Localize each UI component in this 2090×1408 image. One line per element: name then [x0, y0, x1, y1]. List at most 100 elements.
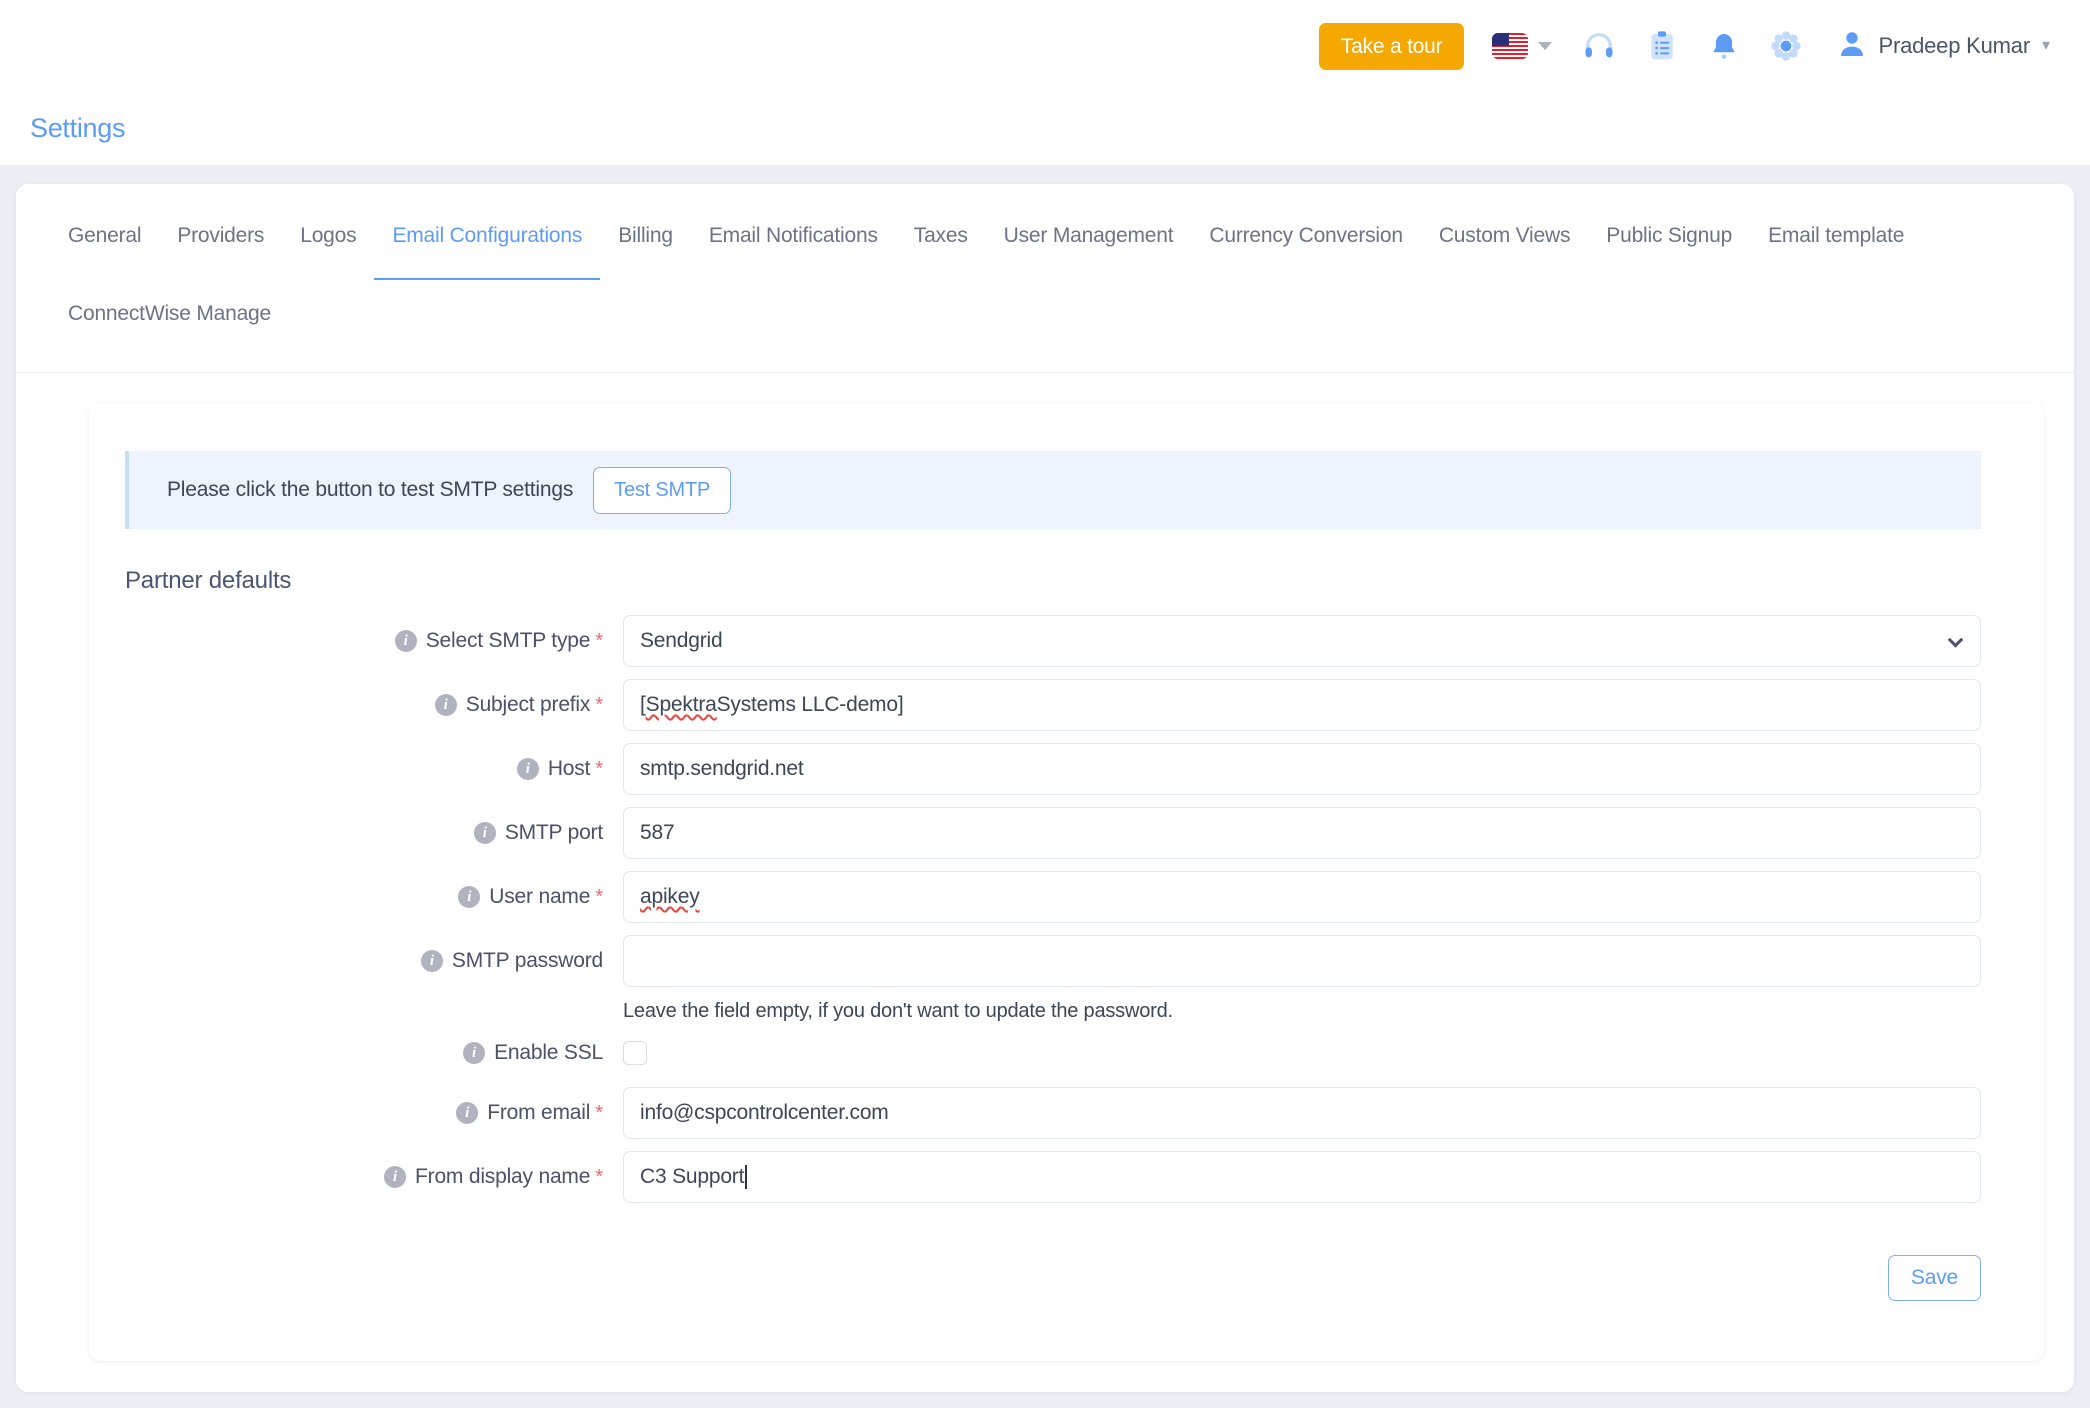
field-cell-from-display-name: C3 Support	[623, 1151, 1981, 1203]
tab-email-template[interactable]: Email template	[1750, 210, 1922, 258]
settings-card: General Providers Logos Email Configurat…	[16, 184, 2074, 1392]
info-icon[interactable]: i	[394, 630, 417, 652]
label-user-name: User name	[489, 885, 591, 908]
smtp-port-input[interactable]: 587	[623, 807, 1981, 859]
tab-custom-views[interactable]: Custom Views	[1421, 210, 1588, 258]
user-name-input[interactable]: apikey	[623, 871, 1981, 923]
label-cell-enable-ssl: i Enable SSL	[125, 1041, 623, 1065]
top-header-bar: Take a tour Pradeep Kumar ▾	[0, 0, 2090, 92]
avatar	[1836, 28, 1868, 65]
field-cell-enable-ssl	[623, 1041, 1981, 1065]
smtp-test-banner: Please click the button to test SMTP set…	[125, 451, 1981, 529]
info-icon[interactable]: i	[516, 758, 539, 780]
top-header-actions: Take a tour Pradeep Kumar ▾	[1318, 22, 2050, 70]
tab-logos[interactable]: Logos	[282, 210, 374, 258]
smtp-password-note-row: Leave the field empty, if you don't want…	[125, 991, 1981, 1023]
info-icon[interactable]: i	[434, 694, 457, 716]
subject-prefix-input[interactable]: [Spektra Systems LLC-demo]	[623, 679, 1981, 731]
field-cell-from-email: info@cspcontrolcenter.com	[623, 1087, 1981, 1139]
text-cursor	[745, 1165, 747, 1189]
language-selector[interactable]	[1492, 33, 1553, 59]
page-title-bar: Settings	[0, 92, 2090, 166]
headset-icon[interactable]	[1582, 29, 1616, 63]
label-enable-ssl: Enable SSL	[494, 1041, 603, 1064]
host-input[interactable]: smtp.sendgrid.net	[623, 743, 1981, 795]
required-asterisk: *	[595, 1165, 603, 1188]
section-heading: Partner defaults	[125, 567, 292, 594]
content-area: Please click the button to test SMTP set…	[16, 373, 2074, 1361]
chevron-down-icon: ▾	[2041, 37, 2050, 54]
label-cell-user-name: i User name *	[125, 885, 623, 909]
required-asterisk: *	[595, 1101, 603, 1124]
info-icon[interactable]: i	[473, 822, 496, 844]
info-icon[interactable]: i	[456, 1102, 479, 1124]
smtp-password-input[interactable]	[623, 935, 1981, 987]
info-icon[interactable]: i	[458, 886, 481, 908]
field-row-user-name: i User name * apikey	[125, 871, 1981, 923]
info-icon[interactable]: i	[384, 1166, 407, 1188]
tab-taxes[interactable]: Taxes	[896, 210, 986, 258]
tab-user-management[interactable]: User Management	[986, 210, 1192, 258]
field-cell-smtp-type: Sendgrid	[623, 615, 1981, 667]
smtp-password-note: Leave the field empty, if you don't want…	[623, 1000, 1173, 1022]
label-cell-smtp-password: i SMTP password	[125, 949, 623, 973]
field-row-from-email: i From email * info@cspcontrolcenter.com	[125, 1087, 1981, 1139]
label-smtp-port: SMTP port	[504, 821, 603, 844]
from-display-name-input[interactable]: C3 Support	[623, 1151, 1981, 1203]
subject-prefix-spellcheck-word: Spektra	[645, 693, 717, 716]
label-host: Host	[547, 757, 591, 780]
field-row-smtp-port: i SMTP port 587	[125, 807, 1981, 859]
page-body: General Providers Logos Email Configurat…	[0, 166, 2090, 1408]
smtp-test-banner-text: Please click the button to test SMTP set…	[167, 478, 574, 501]
smtp-type-select[interactable]: Sendgrid	[623, 615, 1981, 667]
from-email-input[interactable]: info@cspcontrolcenter.com	[623, 1087, 1981, 1139]
field-row-from-display-name: i From display name * C3 Support	[125, 1151, 1981, 1203]
gear-icon[interactable]	[1770, 30, 1802, 62]
user-name-value: apikey	[640, 885, 700, 908]
tab-billing[interactable]: Billing	[600, 210, 691, 258]
take-a-tour-button[interactable]: Take a tour	[1318, 22, 1465, 70]
us-flag-icon	[1492, 33, 1529, 59]
tab-connectwise-manage[interactable]: ConnectWise Manage	[50, 288, 289, 336]
clipboard-icon[interactable]	[1646, 30, 1678, 62]
bell-icon[interactable]	[1708, 30, 1740, 62]
label-cell-from-display-name: i From display name *	[125, 1165, 623, 1189]
label-cell-subject-prefix: i Subject prefix *	[125, 693, 623, 717]
info-icon[interactable]: i	[420, 950, 443, 972]
field-cell-host: smtp.sendgrid.net	[623, 743, 1981, 795]
user-name-label: Pradeep Kumar	[1878, 33, 2030, 58]
label-from-email: From email	[487, 1101, 591, 1124]
partner-defaults-form: i Select SMTP type * Sendgrid i Subject …	[89, 615, 2044, 1203]
tab-public-signup[interactable]: Public Signup	[1588, 210, 1750, 258]
enable-ssl-checkbox[interactable]	[623, 1041, 647, 1065]
tab-email-notifications[interactable]: Email Notifications	[691, 210, 896, 258]
label-from-display-name: From display name	[415, 1165, 591, 1188]
page-title: Settings	[30, 113, 126, 143]
tab-email-configurations[interactable]: Email Configurations	[374, 210, 600, 280]
field-cell-smtp-password	[623, 935, 1981, 987]
tabs-row-primary: General Providers Logos Email Configurat…	[16, 210, 2074, 280]
save-button[interactable]: Save	[1887, 1255, 1981, 1301]
test-smtp-button[interactable]: Test SMTP	[593, 466, 732, 514]
chevron-down-icon	[1538, 42, 1553, 50]
field-row-enable-ssl: i Enable SSL	[125, 1041, 1981, 1065]
required-asterisk: *	[595, 885, 603, 908]
field-row-smtp-type: i Select SMTP type * Sendgrid	[125, 615, 1981, 667]
label-subject-prefix: Subject prefix	[465, 693, 591, 716]
info-icon[interactable]: i	[463, 1042, 486, 1064]
from-display-name-value: C3 Support	[640, 1165, 745, 1188]
label-cell-smtp-port: i SMTP port	[125, 821, 623, 845]
required-asterisk: *	[595, 757, 603, 780]
tab-currency-conversion[interactable]: Currency Conversion	[1191, 210, 1420, 258]
subject-prefix-rest: Systems LLC-demo]	[716, 693, 904, 716]
tab-general[interactable]: General	[50, 210, 159, 258]
required-asterisk: *	[595, 693, 603, 716]
field-row-smtp-password: i SMTP password	[125, 935, 1981, 987]
field-row-subject-prefix: i Subject prefix * [Spektra Systems LLC-…	[125, 679, 1981, 731]
label-cell-smtp-type: i Select SMTP type *	[125, 629, 623, 653]
field-cell-subject-prefix: [Spektra Systems LLC-demo]	[623, 679, 1981, 731]
user-menu[interactable]: Pradeep Kumar ▾	[1836, 28, 2050, 65]
settings-tabs: General Providers Logos Email Configurat…	[16, 184, 2074, 373]
tab-providers[interactable]: Providers	[159, 210, 282, 258]
field-row-host: i Host * smtp.sendgrid.net	[125, 743, 1981, 795]
